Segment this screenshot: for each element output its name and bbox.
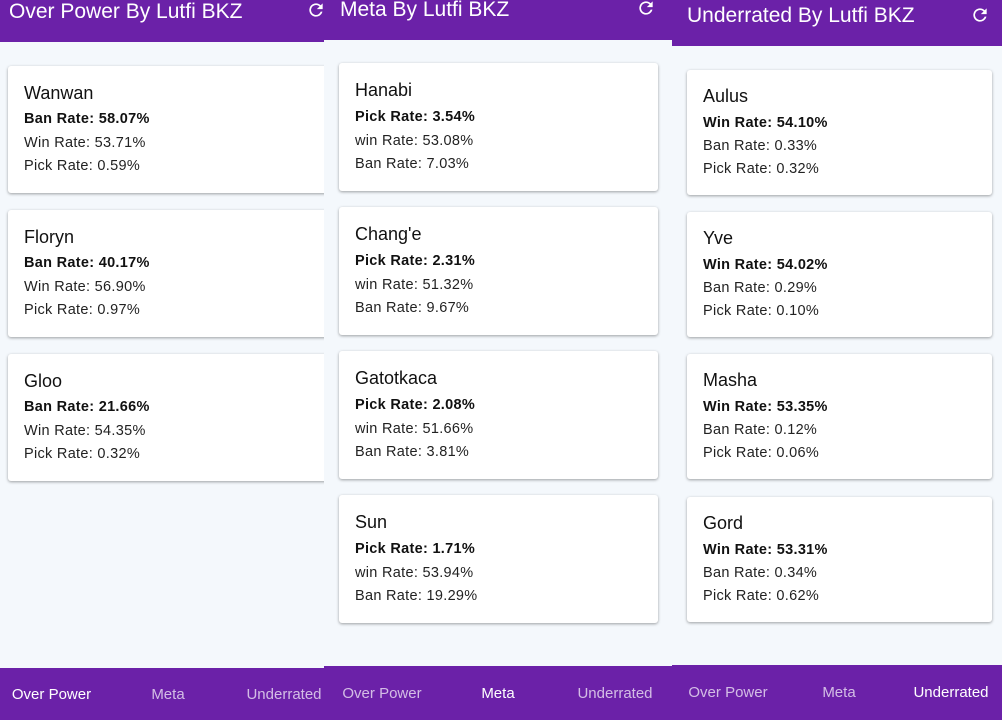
hero-name: Gloo: [24, 371, 63, 391]
over-power-screen: Over Power By Lutfi BKZ Wanwan Ban Rate:…: [0, 0, 324, 720]
meta-screen: Meta By Lutfi BKZ Hanabi Pick Rate: 3.54…: [324, 0, 672, 720]
pick-rate: Pick Rate: 3.54%: [355, 109, 476, 125]
nav-meta[interactable]: Meta: [118, 668, 218, 720]
ban-rate: Ban Rate: 9.67%: [355, 300, 470, 316]
win-rate: win Rate: 53.94%: [355, 565, 474, 581]
pick-rate: Pick Rate: 0.62%: [703, 588, 820, 604]
ban-rate: Ban Rate: 3.81%: [355, 444, 470, 460]
win-rate: Win Rate: 54.35%: [24, 423, 146, 439]
hero-card[interactable]: Yve Win Rate: 54.02% Ban Rate: 0.29% Pic…: [687, 212, 992, 337]
pick-rate: Pick Rate: 2.31%: [355, 253, 476, 269]
ban-rate: Ban Rate: 19.29%: [355, 588, 478, 604]
hero-card[interactable]: Chang'e Pick Rate: 2.31% win Rate: 51.32…: [339, 207, 658, 335]
app-bar: Over Power By Lutfi BKZ: [0, 0, 324, 42]
hero-name: Gatotkaca: [355, 368, 438, 388]
nav-meta[interactable]: Meta: [448, 666, 548, 720]
ban-rate: Ban Rate: 21.66%: [24, 399, 150, 415]
pick-rate: Pick Rate: 0.32%: [703, 161, 820, 177]
win-rate: Win Rate: 53.35%: [703, 399, 828, 415]
hero-card[interactable]: Aulus Win Rate: 54.10% Ban Rate: 0.33% P…: [687, 70, 992, 195]
nav-underrated[interactable]: Underrated: [900, 665, 1002, 720]
ban-rate: Ban Rate: 7.03%: [355, 156, 470, 172]
ban-rate: Ban Rate: 40.17%: [24, 255, 150, 271]
hero-name: Yve: [703, 228, 734, 248]
hero-card[interactable]: Gatotkaca Pick Rate: 2.08% win Rate: 51.…: [339, 351, 658, 479]
win-rate: Win Rate: 53.31%: [703, 542, 828, 558]
refresh-icon[interactable]: [306, 0, 324, 20]
nav-underrated[interactable]: Underrated: [565, 666, 665, 720]
win-rate: Win Rate: 53.71%: [24, 135, 146, 151]
hero-name: Wanwan: [24, 83, 94, 103]
win-rate: win Rate: 51.32%: [355, 277, 474, 293]
app-bar: Meta By Lutfi BKZ: [324, 0, 672, 40]
underrated-screen: Underrated By Lutfi BKZ Aulus Win Rate: …: [672, 0, 1002, 720]
win-rate: Win Rate: 56.90%: [24, 279, 146, 295]
hero-name: Aulus: [703, 86, 749, 106]
page-title: Over Power By Lutfi BKZ: [9, 0, 243, 23]
hero-card[interactable]: Floryn Ban Rate: 40.17% Win Rate: 56.90%…: [8, 210, 324, 337]
ban-rate: Ban Rate: 0.12%: [703, 422, 818, 438]
hero-card[interactable]: Masha Win Rate: 53.35% Ban Rate: 0.12% P…: [687, 354, 992, 479]
ban-rate: Ban Rate: 0.33%: [703, 138, 818, 154]
ban-rate: Ban Rate: 0.34%: [703, 565, 818, 581]
pick-rate: Pick Rate: 2.08%: [355, 397, 476, 413]
pick-rate: Pick Rate: 1.71%: [355, 541, 476, 557]
hero-card[interactable]: Gord Win Rate: 53.31% Ban Rate: 0.34% Pi…: [687, 497, 992, 622]
pick-rate: Pick Rate: 0.32%: [24, 446, 141, 462]
nav-over-power[interactable]: Over Power: [0, 668, 103, 720]
win-rate: Win Rate: 54.10%: [703, 115, 828, 131]
page-title: Underrated By Lutfi BKZ: [687, 4, 915, 27]
app-bar: Underrated By Lutfi BKZ: [672, 0, 1002, 46]
bottom-nav: Over Power Meta Underrated: [0, 668, 324, 720]
hero-name: Sun: [355, 512, 388, 532]
ban-rate: Ban Rate: 58.07%: [24, 111, 150, 127]
nav-underrated[interactable]: Underrated: [234, 668, 324, 720]
win-rate: Win Rate: 54.02%: [703, 257, 828, 273]
hero-card[interactable]: Hanabi Pick Rate: 3.54% win Rate: 53.08%…: [339, 63, 658, 191]
hero-name: Masha: [703, 370, 758, 390]
nav-over-power[interactable]: Over Power: [678, 665, 778, 720]
hero-name: Chang'e: [355, 224, 422, 244]
pick-rate: Pick Rate: 0.10%: [703, 303, 820, 319]
pick-rate: Pick Rate: 0.06%: [703, 445, 820, 461]
hero-name: Hanabi: [355, 80, 413, 100]
pick-rate: Pick Rate: 0.59%: [24, 158, 141, 174]
win-rate: win Rate: 51.66%: [355, 421, 474, 437]
refresh-icon[interactable]: [636, 0, 656, 18]
hero-card[interactable]: Gloo Ban Rate: 21.66% Win Rate: 54.35% P…: [8, 354, 324, 481]
bottom-nav: Over Power Meta Underrated: [324, 666, 672, 720]
nav-meta[interactable]: Meta: [789, 665, 889, 720]
bottom-nav: Over Power Meta Underrated: [672, 665, 1002, 720]
hero-card[interactable]: Sun Pick Rate: 1.71% win Rate: 53.94% Ba…: [339, 495, 658, 623]
hero-name: Floryn: [24, 227, 75, 247]
nav-over-power[interactable]: Over Power: [332, 666, 432, 720]
hero-card[interactable]: Wanwan Ban Rate: 58.07% Win Rate: 53.71%…: [8, 66, 324, 193]
pick-rate: Pick Rate: 0.97%: [24, 302, 141, 318]
hero-name: Gord: [703, 513, 744, 533]
page-title: Meta By Lutfi BKZ: [340, 0, 510, 21]
ban-rate: Ban Rate: 0.29%: [703, 280, 818, 296]
win-rate: win Rate: 53.08%: [355, 133, 474, 149]
refresh-icon[interactable]: [970, 5, 990, 25]
